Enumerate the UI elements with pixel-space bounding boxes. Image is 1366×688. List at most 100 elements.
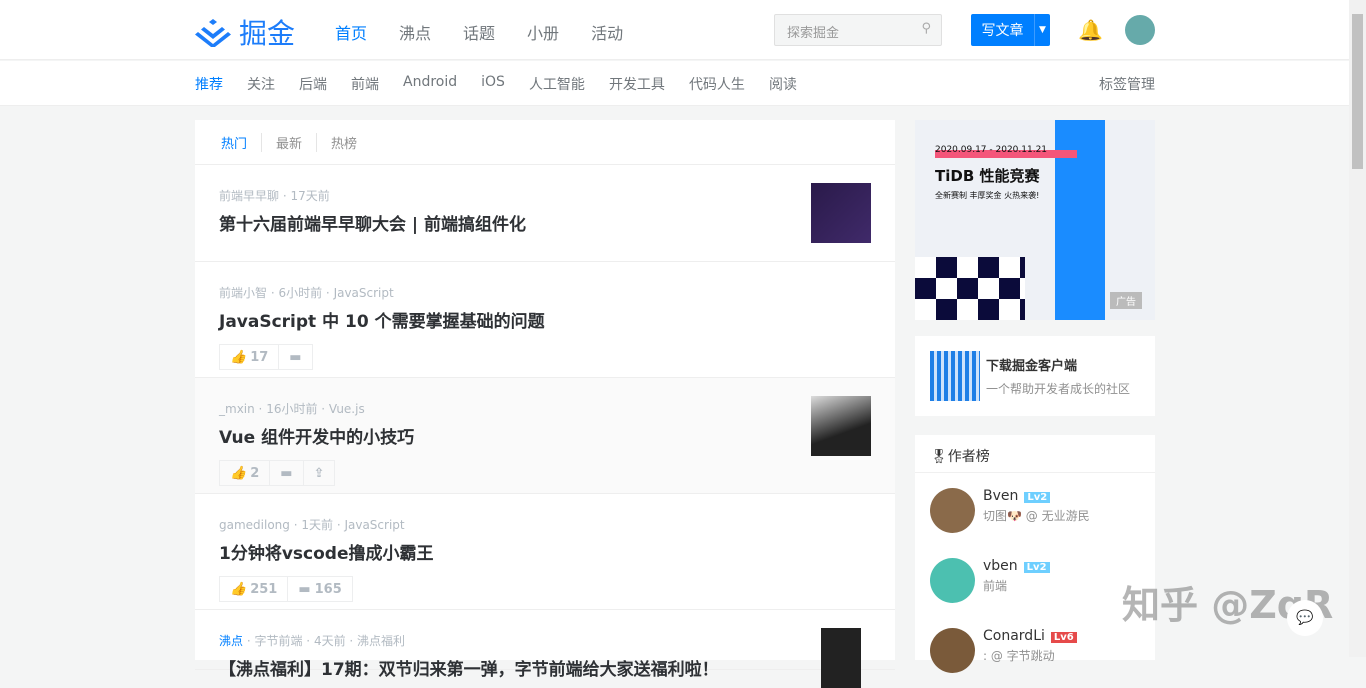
chevron-down-icon[interactable]: ▼ <box>1035 14 1050 46</box>
juejin-logo[interactable]: 掘金 <box>195 12 295 52</box>
author-rank: 🎖作者榜 Bven Lv2 切图🐶 @ 无业游民 vben Lv2 前端 ConardL… <box>915 435 1155 673</box>
author-avatar[interactable] <box>930 558 975 603</box>
share-button[interactable]: ⇪ <box>303 460 336 486</box>
article-time: 16小时前 <box>266 402 318 416</box>
search-input[interactable]: 探索掘金 ⚲ <box>774 14 942 46</box>
download-title: 下载掘金客户端 <box>986 359 1078 374</box>
article-title[interactable]: 1分钟将vscode撸成小霸王 <box>219 539 871 564</box>
ad-title: TiDB 性能竞赛 <box>935 167 1040 185</box>
like-count: 17 <box>250 349 269 365</box>
article-thumbnail[interactable] <box>821 628 861 688</box>
category-reading[interactable]: 阅读 <box>769 74 797 94</box>
article-tag[interactable]: JavaScript <box>334 286 394 300</box>
author-name[interactable]: ConardLi <box>983 628 1045 644</box>
chat-icon: 💬 <box>1296 610 1314 626</box>
article-item[interactable]: 前端小智 · 6小时前 · JavaScript JavaScript 中 10… <box>195 262 895 378</box>
category-devtools[interactable]: 开发工具 <box>609 74 665 94</box>
category-backend[interactable]: 后端 <box>299 74 327 94</box>
qr-code <box>930 351 980 401</box>
write-article-button[interactable]: 写文章 ▼ <box>971 14 1050 46</box>
article-title[interactable]: 第十六届前端早早聊大会 | 前端搞组件化 <box>219 210 871 235</box>
checker-graphic <box>915 257 1025 320</box>
comment-button[interactable]: ▬ 165 <box>288 576 353 602</box>
scrollbar[interactable] <box>1349 0 1366 657</box>
comment-button[interactable]: ▬ <box>270 460 304 486</box>
author-desc: 切图🐶 @ 无业游民 <box>983 509 1090 523</box>
article-author[interactable]: gamedilong <box>219 518 290 532</box>
like-button[interactable]: 👍 251 <box>219 576 289 602</box>
article-title[interactable]: 【沸点福利】17期：双节归来第一弹，字节前端给大家送福利啦！ <box>219 655 871 680</box>
author-desc: 前端 <box>983 579 1008 593</box>
scrollbar-thumb[interactable] <box>1352 14 1363 169</box>
like-count: 2 <box>250 465 260 481</box>
category-recommend[interactable]: 推荐 <box>195 74 223 94</box>
nav-events[interactable]: 活动 <box>591 20 623 44</box>
article-category[interactable]: 沸点 <box>219 634 243 648</box>
comment-count: 165 <box>314 581 342 597</box>
article-author[interactable]: _mxin <box>219 402 255 416</box>
bell-icon[interactable]: 🔔 <box>1078 18 1103 42</box>
logo-icon <box>195 19 231 47</box>
article-item[interactable]: 沸点 · 字节前端 · 4天前 · 沸点福利 【沸点福利】17期：双节归来第一弹… <box>195 610 895 688</box>
category-frontend[interactable]: 前端 <box>351 74 379 94</box>
article-tag[interactable]: Vue.js <box>329 402 365 416</box>
user-avatar[interactable] <box>1125 15 1155 45</box>
download-subtitle: 一个帮助开发者成长的社区 <box>986 382 1131 396</box>
ad-banner[interactable]: 2020.09.17 - 2020.11.21 TiDB 性能竞赛 全新赛制 丰… <box>915 120 1155 320</box>
tab-hot[interactable]: 热门 <box>221 133 261 152</box>
article-time: 1天前 <box>301 518 333 532</box>
ad-badge: 广告 <box>1110 292 1142 309</box>
nav-home[interactable]: 首页 <box>335 20 367 44</box>
author-avatar[interactable] <box>930 628 975 673</box>
author-name[interactable]: vben <box>983 558 1018 574</box>
article-title[interactable]: Vue 组件开发中的小技巧 <box>219 423 871 448</box>
author-item[interactable]: vben Lv2 前端 <box>915 543 1155 613</box>
search-icon[interactable]: ⚲ <box>921 21 931 36</box>
article-thumbnail[interactable] <box>811 183 871 243</box>
author-desc: : @ 字节跳动 <box>983 649 1055 663</box>
top-header: 掘金 首页 沸点 话题 小册 活动 探索掘金 ⚲ 写文章 ▼ 🔔 <box>0 0 1349 60</box>
category-android[interactable]: Android <box>403 74 457 94</box>
write-label[interactable]: 写文章 <box>971 14 1035 46</box>
article-thumbnail[interactable] <box>811 396 871 456</box>
article-author[interactable]: 前端小智 <box>219 286 267 300</box>
author-item[interactable]: Bven Lv2 切图🐶 @ 无业游民 <box>915 473 1155 543</box>
tab-latest[interactable]: 最新 <box>261 132 316 152</box>
thumbs-up-icon: 👍 <box>230 349 247 365</box>
feed-tabs: 热门 最新 热榜 <box>195 120 895 165</box>
article-feed: 热门 最新 热榜 前端早早聊 · 17天前 第十六届前端早早聊大会 | 前端搞组… <box>195 120 895 688</box>
thumbs-up-icon: 👍 <box>230 465 247 481</box>
tag-manage-link[interactable]: 标签管理 <box>1099 74 1155 94</box>
tab-trending[interactable]: 热榜 <box>316 132 371 152</box>
comment-button[interactable]: ▬ <box>279 344 313 370</box>
article-author[interactable]: 前端早早聊 <box>219 189 279 203</box>
category-ios[interactable]: iOS <box>481 74 505 94</box>
like-count: 251 <box>250 581 278 597</box>
article-item[interactable]: 前端早早聊 · 17天前 第十六届前端早早聊大会 | 前端搞组件化 <box>195 165 895 262</box>
level-badge: Lv6 <box>1050 632 1077 643</box>
author-avatar[interactable] <box>930 488 975 533</box>
nav-pins[interactable]: 沸点 <box>399 20 431 44</box>
comment-icon: ▬ <box>289 349 302 365</box>
download-app-card[interactable]: 下载掘金客户端 一个帮助开发者成长的社区 <box>915 336 1155 416</box>
article-author[interactable]: 字节前端 <box>254 634 302 648</box>
category-follow[interactable]: 关注 <box>247 74 275 94</box>
like-button[interactable]: 👍 2 <box>219 460 271 486</box>
search-placeholder: 探索掘金 <box>787 26 840 41</box>
article-tag[interactable]: 沸点福利 <box>357 634 405 648</box>
article-title[interactable]: JavaScript 中 10 个需要掌握基础的问题 <box>219 307 871 332</box>
author-name[interactable]: Bven <box>983 488 1018 504</box>
chat-button[interactable]: 💬 <box>1287 600 1323 636</box>
rank-title: 作者榜 <box>947 449 990 465</box>
article-tag[interactable]: JavaScript <box>344 518 404 532</box>
article-item[interactable]: _mxin · 16小时前 · Vue.js Vue 组件开发中的小技巧 👍 2 ▬… <box>195 378 895 494</box>
category-code-life[interactable]: 代码人生 <box>689 74 745 94</box>
category-ai[interactable]: 人工智能 <box>529 74 585 94</box>
nav-topics[interactable]: 话题 <box>463 20 495 44</box>
article-item[interactable]: gamedilong · 1天前 · JavaScript 1分钟将vscode… <box>195 494 895 610</box>
nav-books[interactable]: 小册 <box>527 20 559 44</box>
author-item[interactable]: ConardLi Lv6 : @ 字节跳动 <box>915 613 1155 683</box>
comment-icon: ▬ <box>280 465 293 481</box>
article-time: 6小时前 <box>278 286 323 300</box>
like-button[interactable]: 👍 17 <box>219 344 280 370</box>
